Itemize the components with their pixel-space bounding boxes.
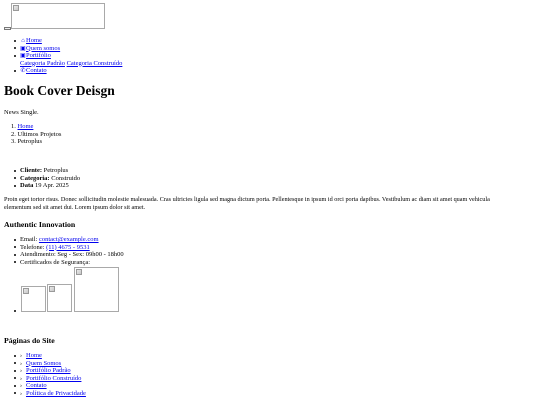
- meta-category-label: Categoria:: [20, 174, 50, 182]
- page-title: Book Cover Deisgn: [4, 83, 115, 98]
- breadcrumb-label-projects: Ultimos Projetos: [17, 130, 62, 138]
- meta-date-label: Data: [20, 182, 34, 189]
- footer-pages-heading: Páginas do Site: [4, 336, 55, 345]
- site-logo[interactable]: [11, 3, 105, 29]
- footer-link-privacy[interactable]: Política de Privacidade: [26, 390, 86, 397]
- footer-link-portfolio-built[interactable]: Portifólio Construído: [26, 375, 81, 382]
- breadcrumb-item-projects: 2. Ultimos Projetos: [11, 130, 62, 138]
- meta-date: Data 19 Apr. 2025: [14, 182, 69, 190]
- certificate-image-1: [21, 286, 46, 312]
- nav-link-contact[interactable]: Contato: [26, 67, 47, 74]
- nav-link-portfolio[interactable]: Portifólio: [26, 52, 51, 59]
- dropdown-item-category-standard[interactable]: Categoria Padrão: [20, 60, 65, 67]
- meta-date-value: 19 Apr. 2025: [34, 182, 69, 189]
- footer-link-about[interactable]: Quem Somos: [26, 360, 61, 367]
- email-label: Email:: [20, 236, 38, 243]
- portfolio-dropdown: Categoria Padrão Categoria Construído: [20, 60, 122, 68]
- project-description-line-2: elementum sed sit amet dui. Lorem ipsum …: [4, 203, 146, 211]
- breadcrumb-label-current: Petroplus: [17, 138, 43, 145]
- phone-link[interactable]: (11) 4675 - 9531: [46, 244, 90, 251]
- footer-link-portfolio-standard[interactable]: Portifólio Padrão: [26, 367, 71, 374]
- footer-page-item: › Política de Privacidade: [14, 390, 86, 399]
- footer-company-heading: Authentic Innovation: [4, 220, 76, 229]
- meta-client: Cliente: Petroplus: [13, 167, 69, 175]
- footer-link-home[interactable]: Home: [26, 352, 42, 359]
- meta-category: Categoria: Construido: [13, 174, 81, 183]
- nav-link-about[interactable]: Quem somos: [26, 45, 60, 52]
- nav-link-home[interactable]: Home: [26, 37, 42, 44]
- dropdown-item-category-built[interactable]: Categoria Construído: [67, 60, 123, 67]
- footer-phone: Telefone: (11) 4675 - 9531: [14, 243, 90, 252]
- project-description-line-1: Proin eget tortor risus. Donec sollicitu…: [4, 196, 490, 203]
- phone-label: Telefone:: [20, 243, 45, 251]
- footer-link-contact[interactable]: Contato: [26, 382, 47, 389]
- breadcrumb-item-current: 3. Petroplus: [11, 138, 43, 145]
- nav-item-contact: ✆Contato: [14, 67, 47, 76]
- footer-hours: Atendimento: Seg - Sex: 09h00 - 18h00: [14, 251, 124, 258]
- certificate-image-3: [74, 267, 119, 312]
- footer-certificates-label: Certificados de Segurança:: [13, 258, 91, 266]
- meta-category-value: Construido: [51, 174, 81, 182]
- breadcrumb-link-home[interactable]: Home: [18, 123, 34, 130]
- meta-client-value: Petroplus: [43, 167, 69, 174]
- meta-client-label: Cliente:: [20, 167, 43, 174]
- footer-email: Email: contact@example.com: [14, 236, 99, 244]
- certificate-image-2: [47, 284, 72, 312]
- page-subtitle: News Single.: [4, 109, 39, 116]
- email-link[interactable]: contact@example.com: [39, 236, 99, 243]
- navbar-toggler-button[interactable]: [4, 27, 11, 30]
- breadcrumb-item-home: 1. Home: [11, 123, 34, 130]
